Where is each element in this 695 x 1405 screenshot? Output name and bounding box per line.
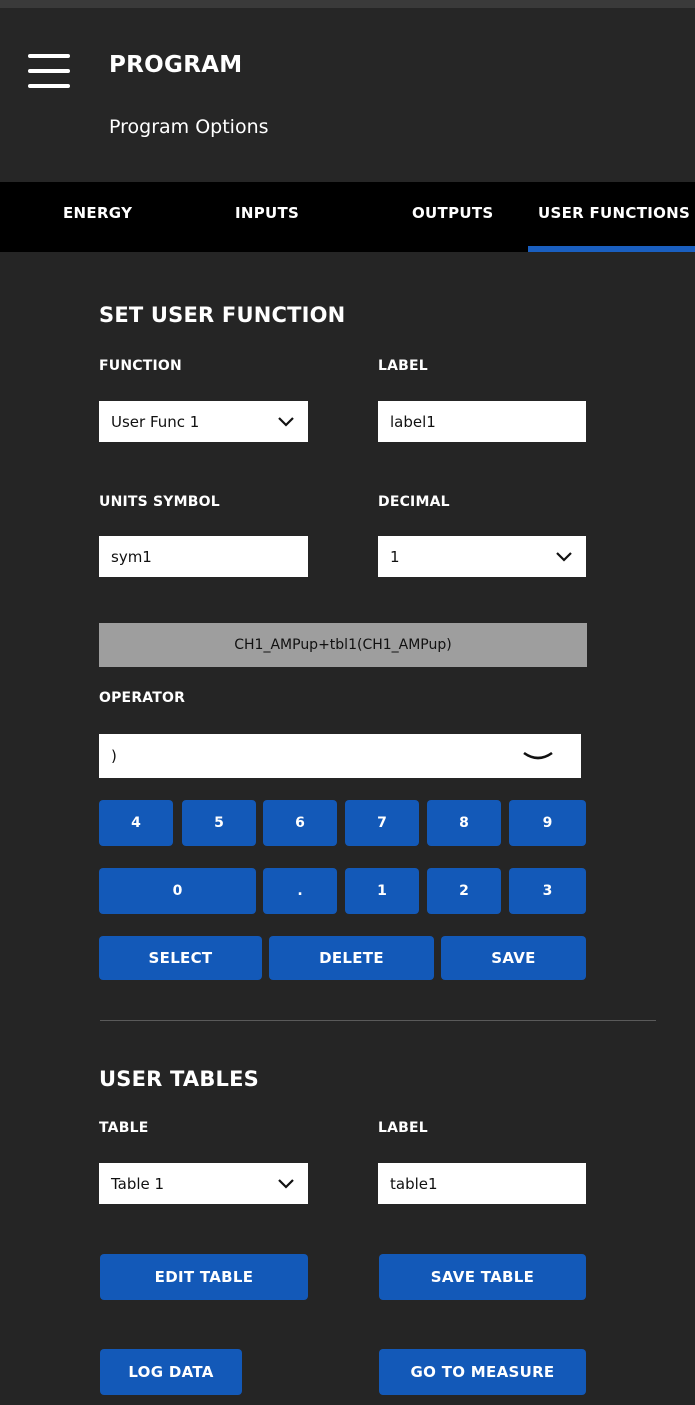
section-divider [100, 1020, 656, 1021]
tab-bar: ENERGY INPUTS OUTPUTS USER FUNCTIONS [0, 182, 695, 252]
units-symbol-value: sym1 [111, 547, 152, 566]
chevron-down-icon [278, 416, 294, 427]
delete-button[interactable]: DELETE [269, 936, 434, 980]
key-9[interactable]: 9 [509, 800, 586, 846]
chevron-down-icon [556, 551, 572, 562]
table-name-label: LABEL [378, 1120, 428, 1136]
table-label-input[interactable]: table1 [378, 1163, 586, 1204]
log-data-button[interactable]: LOG DATA [100, 1349, 242, 1395]
table-label-value: table1 [390, 1174, 438, 1193]
formula-display: CH1_AMPup+tbl1(CH1_AMPup) [99, 623, 587, 667]
set-user-function-title: SET USER FUNCTION [99, 303, 346, 327]
key-7[interactable]: 7 [345, 800, 419, 846]
status-strip [0, 0, 695, 8]
key-3[interactable]: 3 [509, 868, 586, 914]
key-8[interactable]: 8 [427, 800, 501, 846]
key-6[interactable]: 6 [263, 800, 337, 846]
key-4[interactable]: 4 [99, 800, 173, 846]
units-symbol-input[interactable]: sym1 [99, 536, 308, 577]
chevron-down-icon [523, 751, 553, 760]
function-select[interactable]: User Func 1 [99, 401, 308, 442]
units-symbol-label: UNITS SYMBOL [99, 494, 220, 510]
tab-inputs[interactable]: INPUTS [235, 204, 299, 222]
label-label: LABEL [378, 358, 428, 374]
key-decimal-point[interactable]: . [263, 868, 337, 914]
operator-label: OPERATOR [99, 690, 186, 706]
decimal-label: DECIMAL [378, 494, 450, 510]
save-button[interactable]: SAVE [441, 936, 586, 980]
key-0[interactable]: 0 [99, 868, 256, 914]
table-label: TABLE [99, 1120, 149, 1136]
table-select-value: Table 1 [111, 1174, 165, 1193]
active-tab-indicator [528, 246, 695, 252]
table-select[interactable]: Table 1 [99, 1163, 308, 1204]
user-tables-title: USER TABLES [99, 1067, 260, 1091]
tab-outputs[interactable]: OUTPUTS [412, 204, 493, 222]
save-table-button[interactable]: SAVE TABLE [379, 1254, 586, 1300]
page-subtitle: Program Options [109, 116, 269, 138]
function-label: FUNCTION [99, 358, 182, 374]
page-title: PROGRAM [109, 52, 243, 78]
function-label-input[interactable]: label1 [378, 401, 586, 442]
key-2[interactable]: 2 [427, 868, 501, 914]
app-header: PROGRAM Program Options [0, 0, 695, 182]
chevron-down-icon [278, 1178, 294, 1189]
go-to-measure-button[interactable]: GO TO MEASURE [379, 1349, 586, 1395]
tab-energy[interactable]: ENERGY [63, 204, 132, 222]
key-5[interactable]: 5 [182, 800, 256, 846]
decimal-select-value: 1 [390, 547, 400, 566]
key-1[interactable]: 1 [345, 868, 419, 914]
tab-user-functions[interactable]: USER FUNCTIONS [538, 204, 690, 222]
select-button[interactable]: SELECT [99, 936, 262, 980]
operator-select-value: ) [111, 747, 117, 765]
edit-table-button[interactable]: EDIT TABLE [100, 1254, 308, 1300]
menu-icon[interactable] [28, 54, 70, 90]
function-label-value: label1 [390, 412, 436, 431]
decimal-select[interactable]: 1 [378, 536, 586, 577]
operator-select[interactable]: ) [99, 734, 581, 778]
function-select-value: User Func 1 [111, 412, 200, 431]
